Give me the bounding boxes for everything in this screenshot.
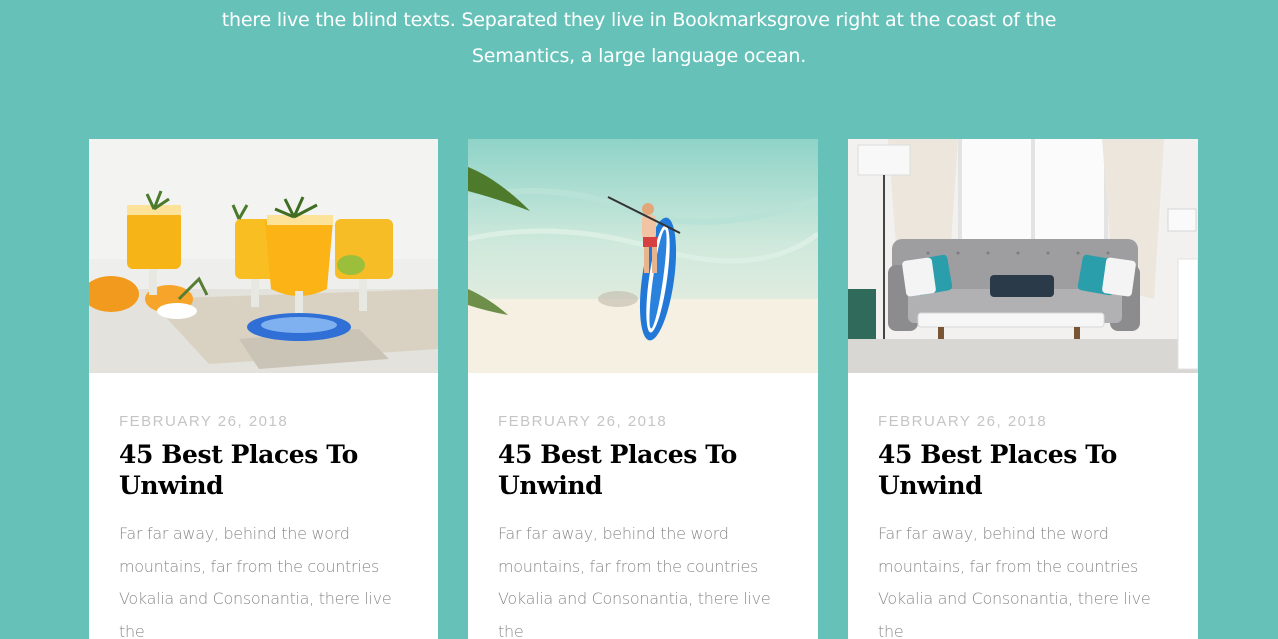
living-room-sofa-photo bbox=[848, 139, 1198, 373]
orange-cocktails-photo bbox=[89, 139, 438, 373]
post-title-link[interactable]: 45 Best Places To Unwind bbox=[119, 439, 399, 501]
blog-card-2[interactable]: FEBRUARY 26, 2018 45 Best Places To Unwi… bbox=[468, 139, 818, 639]
blog-card-1[interactable]: FEBRUARY 26, 2018 45 Best Places To Unwi… bbox=[89, 139, 438, 639]
intro-text-line-2: Semantics, a large language ocean. bbox=[471, 45, 807, 67]
blog-card-image-link[interactable] bbox=[468, 139, 818, 373]
post-excerpt: Far far away, behind the word mountains,… bbox=[498, 524, 771, 639]
blog-card-image-link[interactable] bbox=[848, 139, 1198, 373]
intro-text-line-1: there live the blind texts. Separated th… bbox=[221, 9, 1057, 31]
paddleboard-beach-photo bbox=[468, 139, 818, 373]
post-title-link[interactable]: 45 Best Places To Unwind bbox=[878, 439, 1158, 501]
post-date: FEBRUARY 26, 2018 bbox=[119, 413, 289, 430]
post-date: FEBRUARY 26, 2018 bbox=[878, 413, 1048, 430]
post-excerpt: Far far away, behind the word mountains,… bbox=[878, 524, 1151, 639]
blog-card-image-link[interactable] bbox=[89, 139, 438, 373]
post-date: FEBRUARY 26, 2018 bbox=[498, 413, 668, 430]
post-excerpt: Far far away, behind the word mountains,… bbox=[119, 524, 392, 639]
post-title-link[interactable]: 45 Best Places To Unwind bbox=[498, 439, 778, 501]
blog-card-3[interactable]: FEBRUARY 26, 2018 45 Best Places To Unwi… bbox=[848, 139, 1198, 639]
